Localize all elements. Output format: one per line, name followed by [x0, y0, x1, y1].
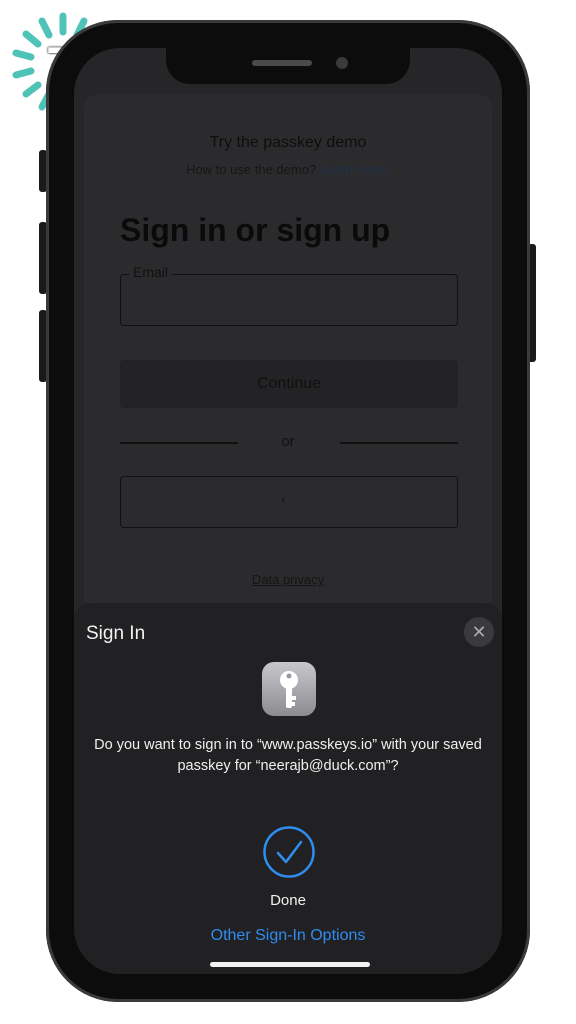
email-label: Email [129, 264, 173, 280]
other-signin-options-link[interactable]: Other Sign-In Options [74, 927, 502, 945]
close-button[interactable]: ✕ [464, 617, 494, 647]
divider-right [340, 442, 458, 444]
demo-title: Try the passkey demo [209, 134, 367, 151]
phone-screen: Try the passkey demo How to use the demo… [74, 48, 502, 974]
sheet-title: Sign In [86, 623, 146, 644]
front-camera [336, 57, 348, 69]
speaker [252, 60, 312, 66]
notch [166, 48, 410, 84]
data-privacy-link[interactable]: Data privacy [74, 572, 502, 587]
done-label: Done [270, 892, 306, 909]
learn-more-link[interactable]: Learn more. [320, 162, 390, 177]
demo-subtitle-text: How to use the demo? [186, 162, 317, 177]
passkey-prompt-message: Do you want to sign in to “www.passkeys.… [94, 737, 482, 774]
demo-subtitle: How to use the demo? Learn more. [74, 162, 502, 177]
key-icon [280, 671, 298, 708]
passwords-app-icon [262, 662, 316, 716]
passkey-sheet: Sign In ✕ Do you want to sign in to “www… [74, 603, 502, 974]
continue-button[interactable]: Continue [120, 360, 458, 408]
close-icon: ✕ [471, 622, 487, 642]
alt-signin-icon: ‹ [281, 491, 286, 507]
alternative-signin-button[interactable]: ‹ [120, 476, 458, 528]
email-field[interactable]: Email [120, 264, 458, 326]
home-indicator[interactable] [210, 962, 370, 967]
checkmark-circle-icon [263, 826, 315, 878]
page-heading: Sign in or sign up [120, 212, 391, 248]
